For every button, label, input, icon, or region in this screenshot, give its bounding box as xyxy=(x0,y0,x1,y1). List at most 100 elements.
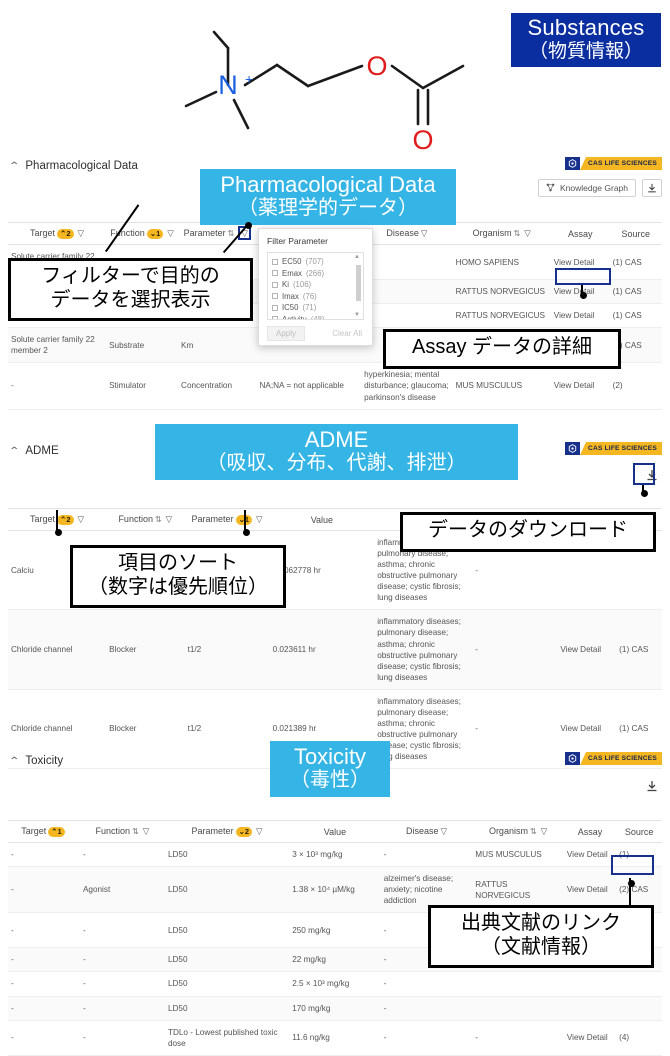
cell-organism xyxy=(472,971,564,997)
column-header-target[interactable]: Target ⌃1 xyxy=(8,820,80,843)
column-header-organism[interactable]: Organism⇅▽ xyxy=(472,820,564,843)
column-header-parameter[interactable]: Parameter⌄1▽ xyxy=(184,508,270,531)
cell-value: 170 mg/kg xyxy=(289,996,381,1021)
column-header-organism[interactable]: Organism⇅▽ xyxy=(452,222,551,245)
filter-option[interactable]: Ki (106) xyxy=(272,280,360,289)
filter-option[interactable]: IC50 (71) xyxy=(272,303,360,312)
checkbox[interactable] xyxy=(272,281,278,288)
column-header-parameter[interactable]: Parameter ⌄2 ▽ xyxy=(164,820,290,843)
column-header-target[interactable]: Target ⌃2 ▽ xyxy=(8,222,107,245)
filter-option-list[interactable]: EC50 (707) Emax (266) Ki (106) Imax (76) IC5… xyxy=(267,252,364,320)
source-link[interactable]: (1) CAS xyxy=(609,244,662,281)
filter-icon[interactable]: ▽ xyxy=(421,228,428,238)
source-link[interactable]: (4) xyxy=(616,1020,662,1056)
view-detail-link[interactable]: View Detail xyxy=(563,1020,617,1056)
view-detail-link[interactable]: View Detail xyxy=(550,362,610,410)
collapse-caret-icon[interactable]: ⌃ xyxy=(8,756,20,767)
cell-organism: RATTUS NORVEGICUS xyxy=(452,279,551,305)
cell-disease xyxy=(361,279,453,305)
filter-icon[interactable]: ▽ xyxy=(441,826,448,836)
checkbox[interactable] xyxy=(272,258,278,265)
cell-target: - xyxy=(8,996,80,1021)
cell-value: 22 mg/kg xyxy=(289,947,381,973)
highlight-view-detail xyxy=(555,268,611,285)
column-label: Function xyxy=(118,514,153,524)
filter-list-scrollbar[interactable]: ▲ ▼ xyxy=(354,254,361,318)
table-row: - - LD50 170 mg/kg - xyxy=(8,996,662,1021)
sort-badge-desc[interactable]: ⌄2 xyxy=(235,826,253,837)
filter-icon[interactable]: ▽ xyxy=(167,228,174,238)
checkbox[interactable] xyxy=(272,304,278,311)
section-title: ADME xyxy=(25,445,59,457)
atom-label-nitrogen: N xyxy=(218,70,238,100)
cell-function: - xyxy=(79,996,165,1021)
sort-icon[interactable]: ⇅ xyxy=(530,827,537,836)
cell-parameter: LD50 xyxy=(164,971,290,997)
download-button[interactable] xyxy=(642,777,662,795)
sort-badge-asc[interactable]: ⌃1 xyxy=(48,826,65,837)
filter-icon[interactable]: ▽ xyxy=(143,826,150,836)
filter-icon[interactable]: ▽ xyxy=(256,514,263,524)
source-link[interactable]: (1) CAS xyxy=(616,609,662,690)
filter-icon[interactable]: ▽ xyxy=(78,514,85,524)
filter-icon[interactable]: ▽ xyxy=(166,514,173,524)
source-link[interactable]: (1) CAS xyxy=(609,303,662,329)
leader-line-sort-target xyxy=(56,510,58,530)
filter-icon[interactable]: ▽ xyxy=(541,826,548,836)
filter-icon[interactable]: ▽ xyxy=(256,826,263,836)
cell-value: 11.6 ng/kg xyxy=(289,1020,381,1056)
scroll-down-arrow-icon[interactable]: ▼ xyxy=(354,312,360,318)
sort-icon[interactable]: ⇅ xyxy=(228,229,235,238)
column-header-function[interactable]: Function ⇅ ▽ xyxy=(106,508,185,531)
column-label: Target xyxy=(21,826,47,837)
view-detail-link[interactable] xyxy=(563,996,617,1021)
column-header-function[interactable]: Function ⇅ ▽ xyxy=(79,820,165,843)
cell-function: Agonist xyxy=(79,866,165,914)
filter-option[interactable]: Emax (266) xyxy=(272,269,360,278)
filter-option[interactable]: Imax (76) xyxy=(272,292,360,301)
download-button[interactable] xyxy=(642,179,662,197)
sort-icon[interactable]: ⇅ xyxy=(132,827,139,836)
source-link[interactable]: (2) xyxy=(609,362,662,410)
knowledge-graph-button[interactable]: Knowledge Graph xyxy=(537,179,636,197)
cell-disease: - xyxy=(380,842,473,868)
source-link[interactable] xyxy=(616,971,662,997)
cell-target: - xyxy=(8,912,80,949)
annotation-toxicity-line1: Toxicity xyxy=(293,744,367,769)
filter-option[interactable]: Activity (48) xyxy=(272,315,360,319)
column-header-disease[interactable]: Disease▽ xyxy=(361,222,453,245)
column-label: Disease xyxy=(386,228,419,238)
atom-charge-plus: + xyxy=(245,71,253,87)
filter-icon[interactable]: ▽ xyxy=(78,228,85,238)
sort-icon[interactable]: ⇅ xyxy=(514,229,521,238)
column-label: Assay xyxy=(577,826,603,837)
column-header-disease[interactable]: Disease▽ xyxy=(380,820,473,843)
checkbox[interactable] xyxy=(272,293,278,299)
view-detail-link[interactable]: View Detail xyxy=(563,842,617,868)
filter-icon[interactable]: ▽ xyxy=(524,228,531,238)
checkbox[interactable] xyxy=(272,316,278,319)
view-detail-link[interactable]: View Detail xyxy=(550,303,610,329)
sort-icon[interactable]: ⇅ xyxy=(155,515,162,524)
filter-option-count: (76) xyxy=(302,291,317,301)
filter-parameter-popup[interactable]: Filter Parameter EC50 (707) Emax (266) Ki(… xyxy=(258,228,373,346)
filter-option[interactable]: EC50 (707) xyxy=(272,257,360,266)
source-link[interactable]: (1) CAS xyxy=(609,279,662,305)
collapse-caret-icon[interactable]: ⌃ xyxy=(8,446,20,457)
scroll-up-arrow-icon[interactable]: ▲ xyxy=(354,254,360,260)
checkbox[interactable] xyxy=(272,270,278,276)
source-link[interactable] xyxy=(616,996,662,1021)
cell-organism: HOMO SAPIENS xyxy=(452,244,551,281)
view-detail-link[interactable]: View Detail xyxy=(557,609,617,690)
scrollbar-thumb[interactable] xyxy=(356,265,361,301)
sort-badge-desc[interactable]: ⌄1 xyxy=(146,228,164,239)
clear-all-button[interactable]: Clear All xyxy=(332,329,364,338)
cell-value: 2.5 × 10³ mg/kg xyxy=(289,971,381,997)
cas-life-sciences-badge: CAS LIFE SCIENCES xyxy=(565,752,662,765)
cell-disease: hyperkinesia; mental disturbance; glauco… xyxy=(361,362,453,410)
collapse-caret-icon[interactable]: ⌃ xyxy=(8,161,20,172)
view-detail-link[interactable] xyxy=(563,971,617,997)
sort-badge-asc[interactable]: ⌃2 xyxy=(57,514,74,525)
sort-badge-asc[interactable]: ⌃2 xyxy=(57,228,74,239)
apply-button[interactable]: Apply xyxy=(267,326,306,341)
